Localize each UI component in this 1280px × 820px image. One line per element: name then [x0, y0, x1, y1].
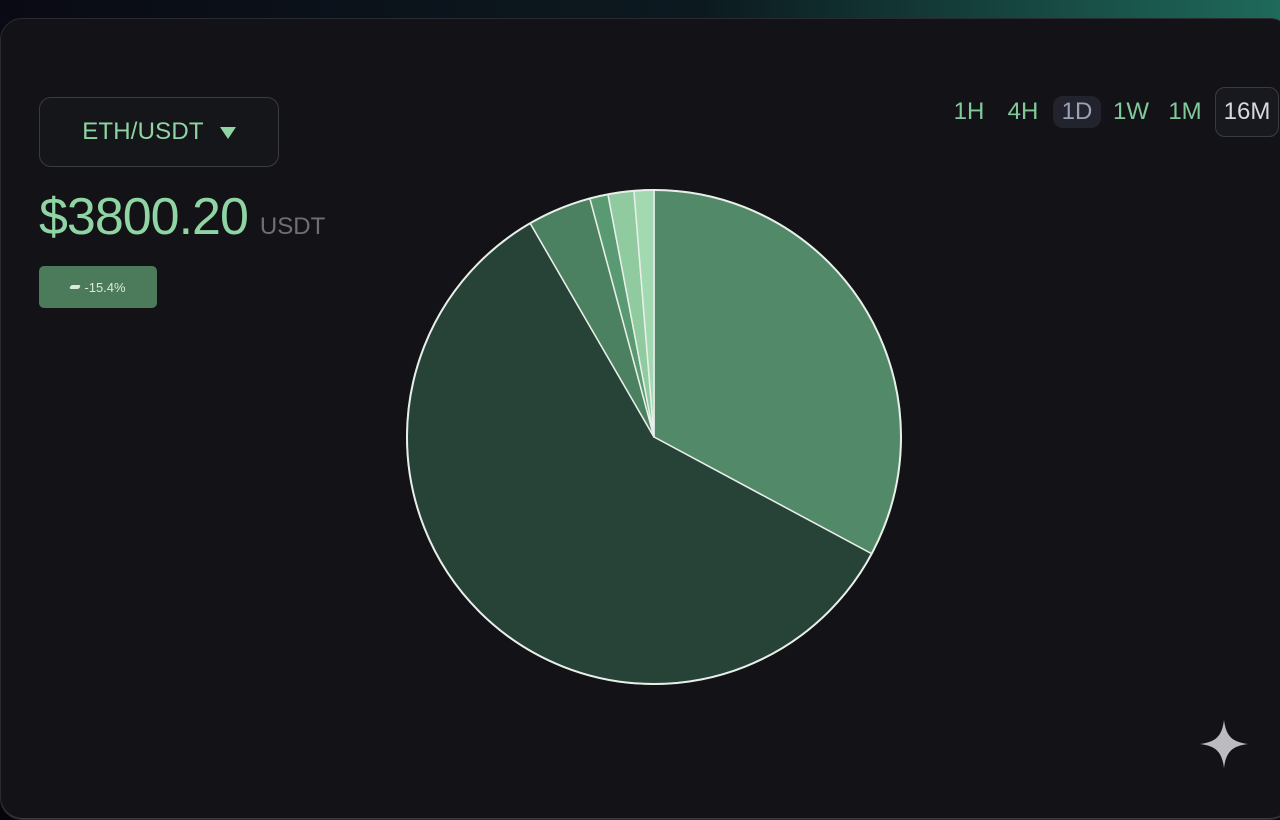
- price-unit: USDT: [259, 213, 326, 240]
- pair-label: ETH/USDT: [82, 118, 204, 145]
- sparkle-icon: [1200, 720, 1248, 768]
- timeframe-selector: 1H 4H 1D 1W 1M 16M: [945, 87, 1279, 137]
- change-badge: -15.4%: [39, 266, 157, 308]
- trend-icon: [69, 285, 82, 289]
- price-value: $3800.20: [39, 188, 249, 246]
- chart-panel: ETH/USDT $3800.20 USDT -15.4% 1H 4H 1D 1…: [0, 18, 1280, 820]
- price-display: $3800.20 USDT: [39, 187, 325, 247]
- timeframe-4h[interactable]: 4H: [999, 92, 1047, 132]
- timeframe-1m[interactable]: 1M: [1161, 92, 1209, 132]
- caret-down-icon: [219, 127, 236, 139]
- pie-chart: [406, 189, 902, 685]
- timeframe-1d[interactable]: 1D: [1053, 96, 1101, 128]
- timeframe-1w[interactable]: 1W: [1107, 92, 1155, 132]
- pair-selector[interactable]: ETH/USDT: [39, 97, 279, 167]
- timeframe-1h[interactable]: 1H: [945, 92, 993, 132]
- timeframe-16m[interactable]: 16M: [1215, 87, 1279, 137]
- change-value: -15.4%: [84, 279, 126, 295]
